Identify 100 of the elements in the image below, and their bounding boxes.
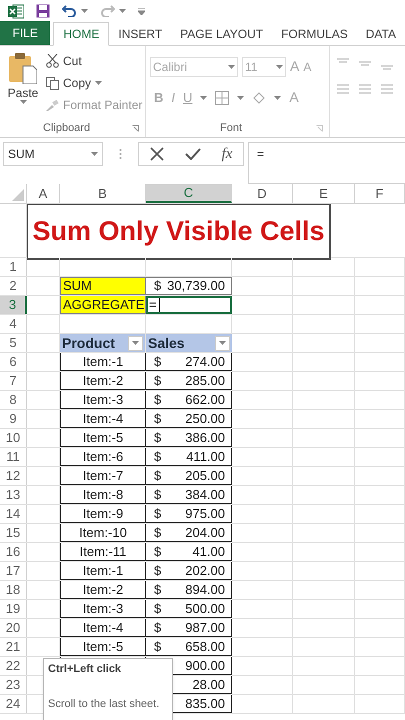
amount-text: 975.00: [185, 504, 226, 523]
product-cell: Item:-5: [60, 638, 146, 656]
align-right-icon[interactable]: [380, 84, 394, 96]
copy-icon: [46, 76, 59, 90]
scissors-icon: [46, 54, 59, 68]
amount-text: 274.00: [185, 352, 226, 371]
currency-symbol: $: [153, 638, 162, 656]
ribbon-tab[interactable]: PAGE LAYOUT: [171, 22, 272, 46]
column-header[interactable]: A: [27, 184, 60, 203]
title-shape: Sum Only Visible Cells: [27, 204, 331, 260]
ribbon-tab[interactable]: FORMULAS: [272, 22, 357, 46]
label-cell: AGGREGATE: [60, 296, 146, 314]
select-all-icon[interactable]: [12, 189, 24, 201]
currency-symbol: $: [153, 277, 162, 296]
amount-text: 204.00: [185, 524, 226, 542]
column-filter-header: Sales: [146, 334, 232, 352]
amount-text: 28.00: [192, 676, 226, 694]
active-cell[interactable]: =: [146, 296, 232, 314]
filter-dropdown-button[interactable]: [128, 336, 143, 350]
dropdown-caret-icon: [200, 96, 208, 100]
paintbrush-icon: [46, 100, 59, 110]
product-cell: Item:-1: [60, 562, 146, 580]
insert-function-button[interactable]: fx: [222, 142, 232, 166]
currency-symbol: $: [153, 410, 162, 428]
amount-text: 835.00: [185, 694, 226, 713]
align-center-icon[interactable]: [358, 84, 372, 96]
customize-toolbar-icon[interactable]: [138, 8, 145, 14]
currency-symbol: $: [153, 390, 162, 409]
dialog-launcher-icon[interactable]: [316, 124, 323, 132]
currency-symbol: $: [153, 466, 162, 485]
dropdown-caret-icon: [237, 96, 244, 100]
close-icon[interactable]: [150, 147, 164, 161]
dropdown-caret-icon: [119, 9, 126, 13]
currency-symbol: $: [153, 600, 162, 618]
amount-text: 386.00: [185, 428, 226, 447]
product-cell: Item:-5: [60, 429, 146, 447]
dropdown-caret-icon: [276, 64, 283, 68]
checkmark-icon[interactable]: [184, 148, 201, 160]
currency-symbol: $: [153, 580, 162, 599]
product-cell: Item:-3: [60, 391, 146, 409]
row-header[interactable]: 3: [0, 296, 27, 314]
product-cell: Item:-9: [60, 505, 146, 523]
column-header[interactable]: F: [355, 184, 405, 203]
dropdown-caret-icon: [91, 152, 98, 156]
dialog-launcher-icon[interactable]: [132, 124, 139, 132]
dropdown-caret-icon: [95, 81, 102, 85]
amount-text: 30,739.00: [167, 277, 226, 296]
paste-button[interactable]: Paste: [6, 52, 40, 119]
product-cell: Item:-4: [60, 410, 146, 428]
tooltip-text: Scroll to the last sheet.: [48, 696, 160, 712]
currency-symbol: $: [153, 428, 162, 447]
dropdown-caret-icon: [132, 341, 139, 345]
currency-symbol: $: [153, 504, 162, 523]
currency-symbol: $: [153, 562, 162, 580]
product-cell: Item:-4: [60, 619, 146, 637]
product-cell: Item:-8: [60, 486, 146, 504]
amount-text: 250.00: [185, 410, 226, 428]
tooltip-title: Ctrl+Left click: [48, 662, 122, 677]
currency-symbol: $: [153, 448, 162, 466]
amount-text: 411.00: [186, 448, 226, 466]
grip-icon: [119, 148, 122, 160]
borders-icon[interactable]: [215, 90, 230, 104]
product-cell: Item:-1: [60, 353, 146, 371]
name-box[interactable]: SUM: [3, 142, 103, 166]
column-header[interactable]: E: [293, 184, 355, 203]
product-cell: Item:-2: [60, 372, 146, 390]
redo-icon[interactable]: [100, 5, 115, 17]
ribbon-tab[interactable]: HOME: [53, 22, 110, 46]
dropdown-caret-icon: [228, 64, 235, 68]
amount-text: 900.00: [185, 656, 226, 675]
amount-text: 987.00: [185, 618, 226, 637]
save-icon[interactable]: [36, 4, 50, 18]
dropdown-caret-icon: [81, 9, 88, 13]
label-cell: SUM: [60, 277, 146, 295]
group-label: Font: [220, 120, 242, 136]
currency-symbol: $: [153, 618, 162, 637]
cut-button[interactable]: Cut: [46, 52, 142, 70]
dropdown-caret-icon: [219, 341, 226, 345]
amount-text: 41.00: [192, 542, 226, 561]
ribbon-tab[interactable]: INSERT: [109, 22, 172, 46]
product-cell: Item:-3: [60, 600, 146, 618]
product-cell: Item:-6: [60, 448, 146, 466]
product-cell: Item:-7: [60, 467, 146, 485]
ribbon-tab[interactable]: DATA: [356, 22, 405, 46]
amount-text: 384.00: [185, 486, 226, 504]
spreadsheet-app-icon[interactable]: [8, 4, 24, 18]
copy-button[interactable]: Copy: [46, 74, 142, 92]
undo-icon[interactable]: [62, 5, 77, 17]
dropdown-caret-icon: [274, 96, 282, 100]
amount-text: 894.00: [185, 580, 226, 599]
column-header[interactable]: C: [146, 184, 232, 203]
file-tab[interactable]: FILE: [0, 21, 50, 45]
column-header[interactable]: D: [232, 184, 293, 203]
amount-text: 205.00: [185, 466, 226, 485]
product-cell: Item:-2: [60, 581, 146, 599]
filter-dropdown-button[interactable]: [215, 336, 230, 350]
group-label: Clipboard: [43, 120, 90, 136]
align-left-icon[interactable]: [336, 84, 350, 96]
currency-symbol: $: [153, 372, 162, 390]
currency-symbol: $: [153, 486, 162, 504]
